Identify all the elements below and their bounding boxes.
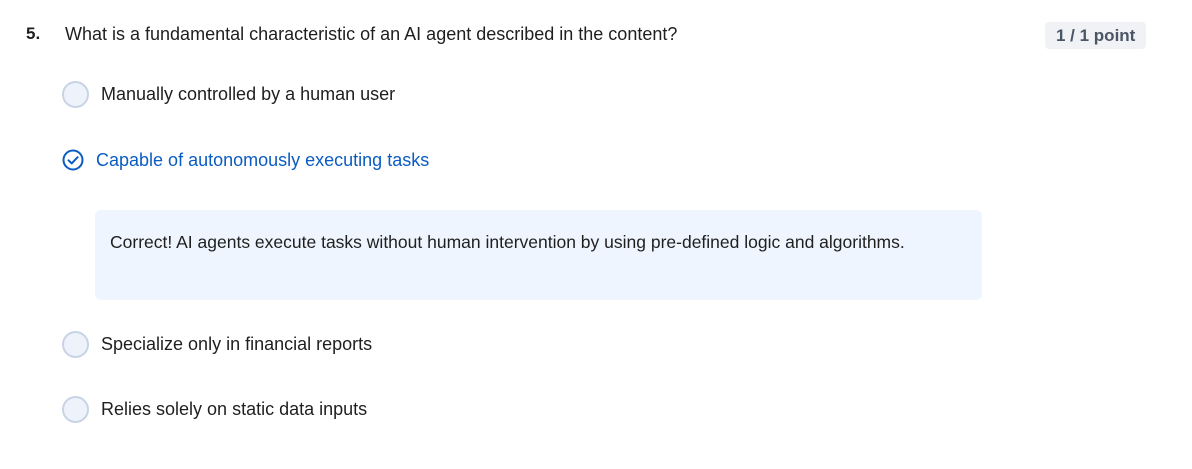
option-label: Specialize only in financial reports: [101, 334, 373, 354]
points-badge: 1 / 1 point: [1045, 22, 1147, 49]
option-4[interactable]: Relies solely on static data inputs: [62, 396, 367, 423]
radio-button[interactable]: [62, 81, 89, 108]
option-2-selected[interactable]: Capable of autonomously executing tasks: [62, 149, 429, 171]
radio-button[interactable]: [62, 396, 89, 423]
question-text: What is a fundamental characteristic of …: [65, 24, 678, 44]
feedback-box: Correct! AI agents execute tasks without…: [95, 210, 982, 300]
option-label: Relies solely on static data inputs: [101, 399, 368, 419]
option-3[interactable]: Specialize only in financial reports: [62, 331, 372, 358]
option-1[interactable]: Manually controlled by a human user: [62, 81, 395, 108]
option-label: Manually controlled by a human user: [101, 84, 396, 104]
feedback-text: Correct! AI agents execute tasks without…: [110, 232, 905, 252]
check-circle-icon: [62, 149, 84, 171]
option-label: Capable of autonomously executing tasks: [96, 149, 430, 170]
radio-button[interactable]: [62, 331, 89, 358]
quiz-question: 5. What is a fundamental characteristic …: [0, 0, 1192, 469]
question-number: 5.: [26, 24, 41, 43]
